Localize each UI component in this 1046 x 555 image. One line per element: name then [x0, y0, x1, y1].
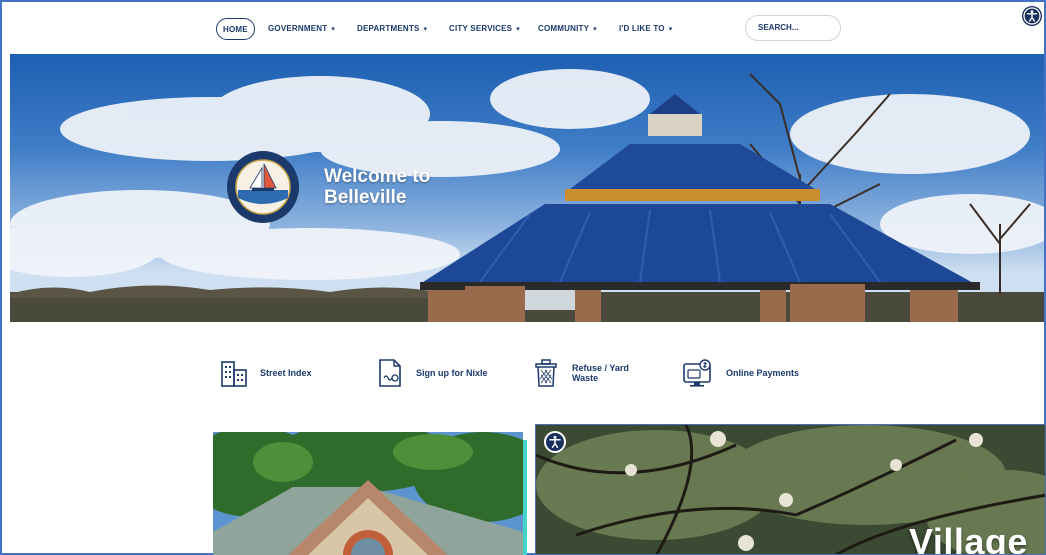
chevron-down-icon: ▾: [668, 26, 673, 33]
building-photo: [213, 432, 523, 555]
quick-link-online-payments[interactable]: Online Payments: [682, 356, 799, 390]
document-signup-icon: [379, 359, 401, 387]
chevron-down-icon: ▾: [423, 26, 428, 33]
quick-link-label: Online Payments: [726, 368, 800, 378]
search-placeholder: SEARCH...: [758, 23, 799, 32]
nav-home-label: HOME: [223, 25, 248, 34]
city-seal-logo: [227, 151, 299, 223]
panel-title-village: Village: [909, 521, 1028, 555]
feature-panel-building[interactable]: [213, 432, 523, 555]
nav-city-services-label: CITY SERVICES: [449, 24, 513, 33]
quick-link-label-line-1: Refuse / Yard: [572, 363, 629, 373]
chevron-down-icon: ▾: [593, 26, 597, 33]
chevron-down-icon: ▾: [331, 26, 336, 33]
accessibility-icon[interactable]: [1022, 6, 1042, 26]
search-input[interactable]: SEARCH...: [745, 15, 841, 41]
quick-link-refuse[interactable]: Refuse / Yard Waste: [532, 356, 629, 390]
trash-can-icon: [535, 359, 557, 387]
quick-link-label: Street Index: [260, 368, 312, 378]
nav-id-like-to-label: I'D LIKE TO: [619, 24, 665, 33]
nav-departments[interactable]: DEPARTMENTS ▾: [357, 18, 427, 40]
nav-departments-label: DEPARTMENTS: [357, 24, 420, 33]
nav-home[interactable]: HOME: [216, 18, 255, 40]
nav-city-services[interactable]: CITY SERVICES ▾: [449, 18, 520, 40]
quick-link-label-line-2: Waste: [572, 373, 599, 383]
nav-government-label: GOVERNMENT: [268, 24, 328, 33]
hero-photo-gazebo: [10, 69, 1044, 322]
quick-link-street-index[interactable]: Street Index: [220, 356, 312, 390]
nav-community-label: COMMUNITY: [538, 24, 590, 33]
building-map-icon: [221, 361, 247, 387]
welcome-line-1: Welcome to: [324, 166, 431, 187]
accent-strip: [523, 440, 527, 555]
accessibility-icon[interactable]: [544, 431, 566, 453]
quick-link-nixle[interactable]: Sign up for Nixle: [376, 356, 488, 390]
top-navigation: HOME GOVERNMENT ▾ DEPARTMENTS ▾ CITY SERVI…: [2, 2, 1044, 54]
nav-government[interactable]: GOVERNMENT ▾: [268, 18, 335, 40]
welcome-heading: Welcome to Belleville: [324, 166, 430, 208]
welcome-line-2: Belleville: [324, 187, 407, 208]
chevron-down-icon: ▾: [516, 26, 520, 33]
quick-link-label: Sign up for Nixle: [416, 368, 488, 378]
nav-id-like-to[interactable]: I'D LIKE TO ▾: [619, 18, 672, 40]
computer-payment-icon: [683, 359, 711, 387]
feature-panel-village[interactable]: Village: [535, 424, 1046, 555]
hero-banner: Welcome to Belleville: [10, 54, 1044, 322]
quick-link-label: Refuse / Yard Waste: [572, 363, 629, 383]
nav-community[interactable]: COMMUNITY ▾: [538, 18, 597, 40]
